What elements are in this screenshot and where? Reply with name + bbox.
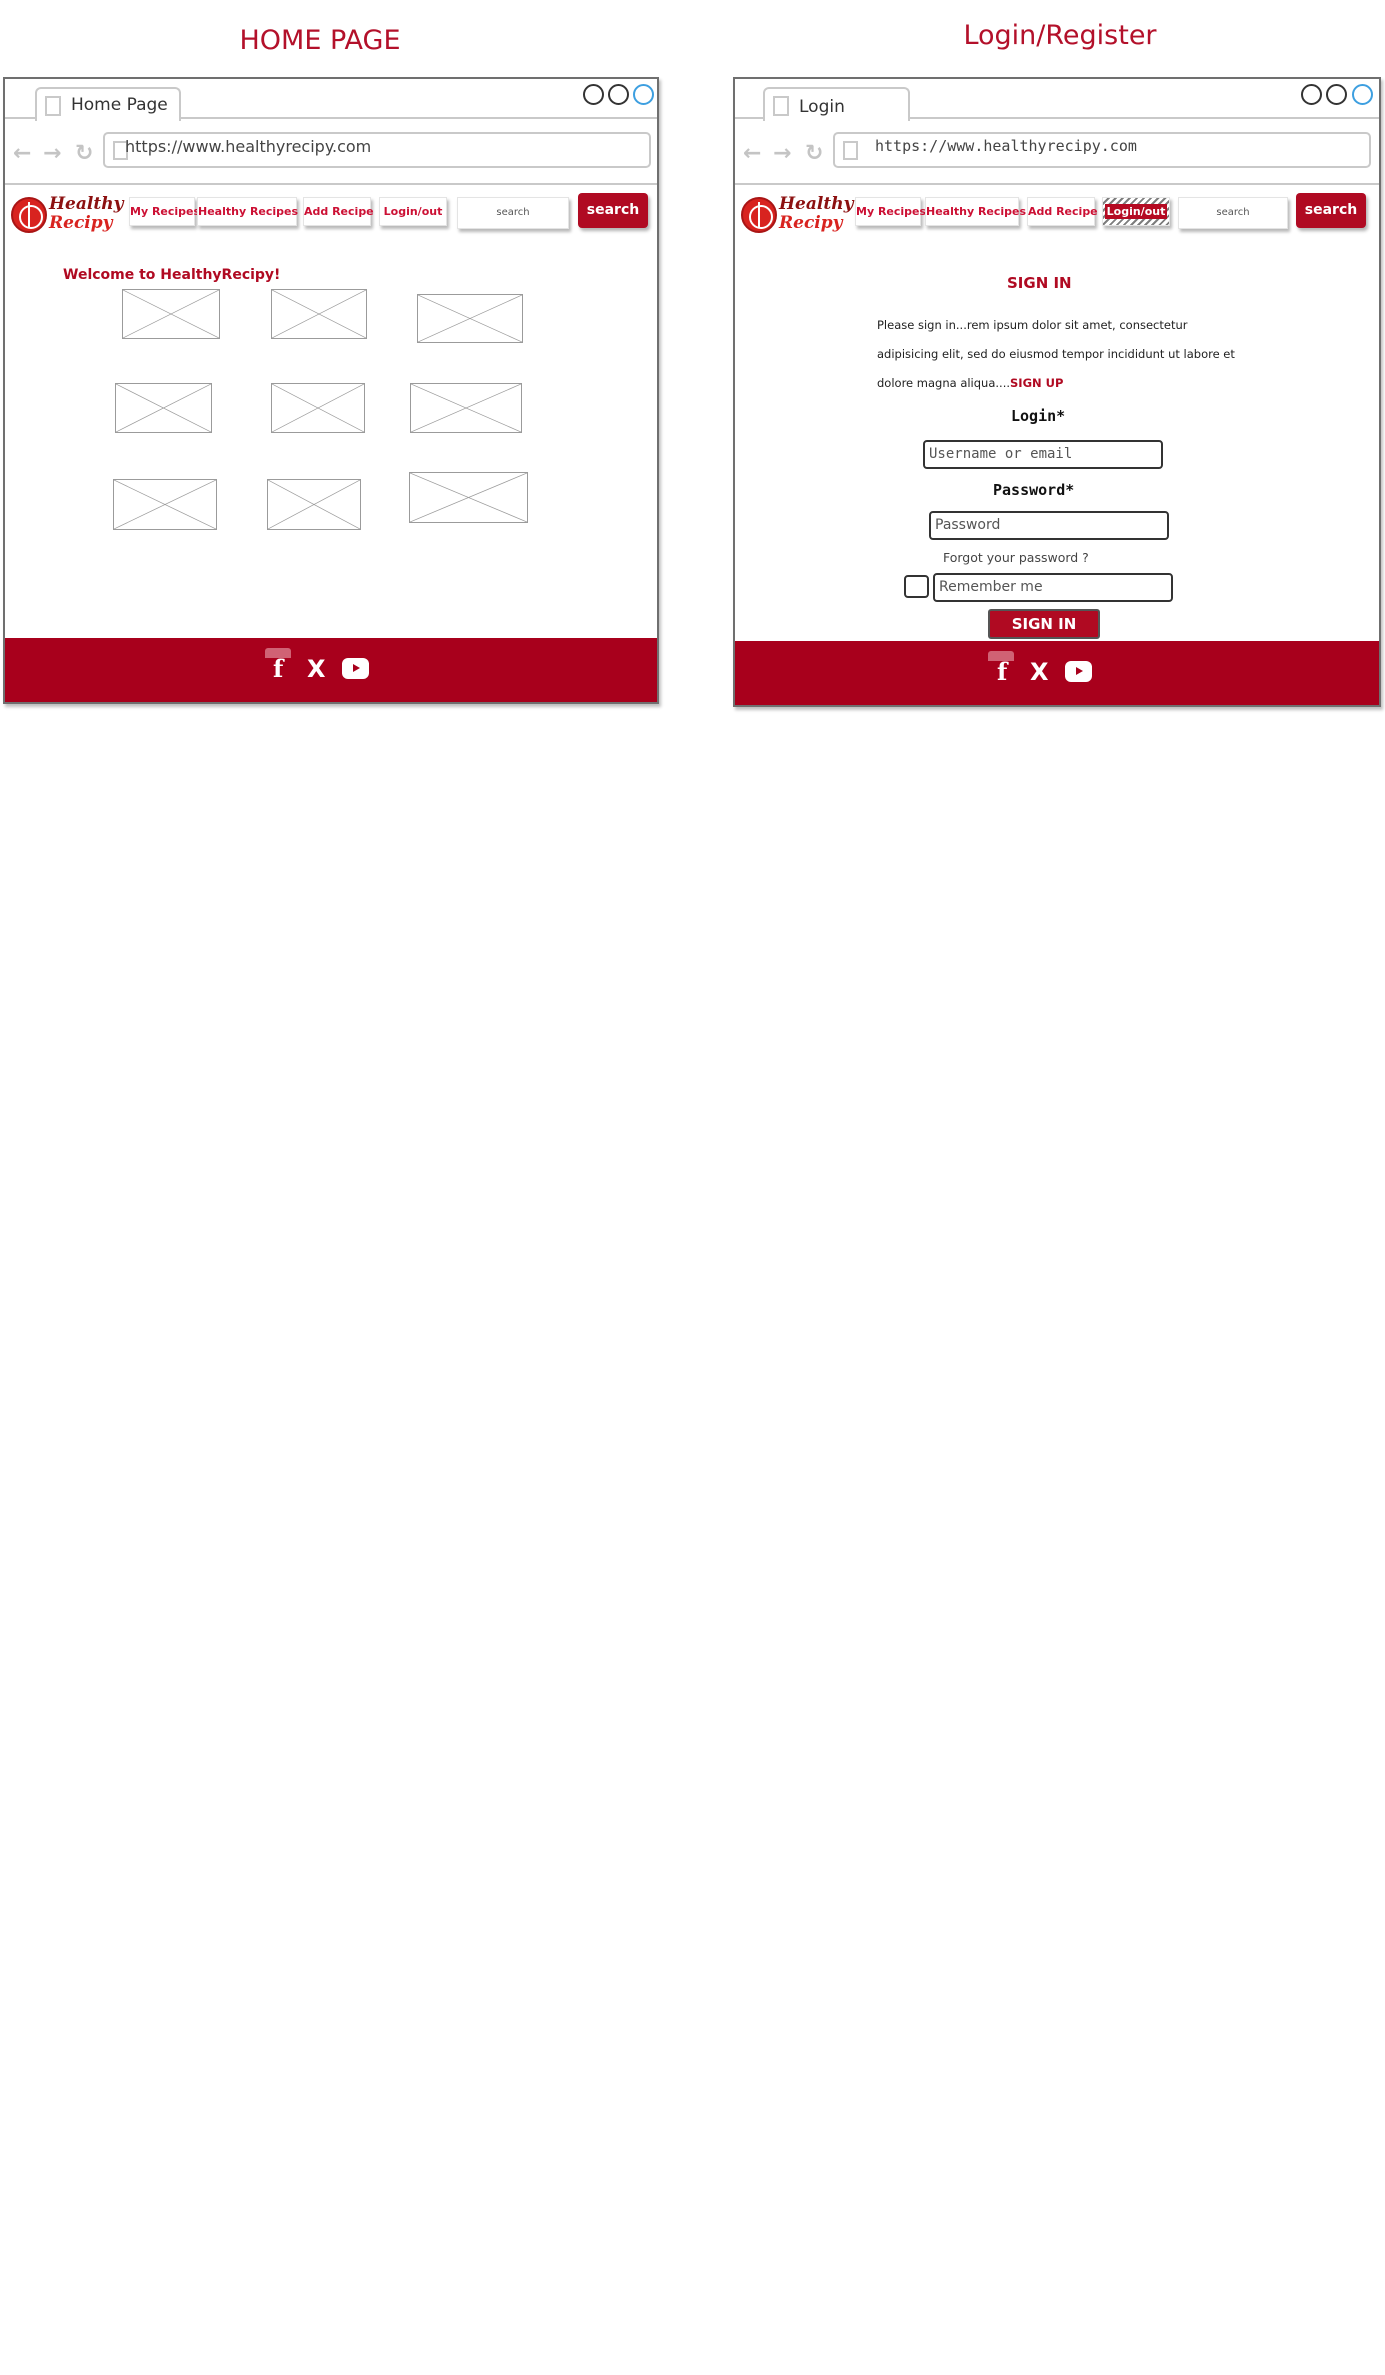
close-button[interactable] [633, 84, 654, 105]
page-icon [843, 141, 858, 160]
search-input[interactable]: search [457, 197, 569, 229]
intro-line-1: Please sign in...rem ipsum dolor sit ame… [877, 318, 1188, 332]
url-text: https://www.healthyrecipy.com [875, 137, 1137, 155]
youtube-icon[interactable] [1065, 661, 1092, 682]
site-footer: f X [735, 641, 1379, 705]
image-placeholder [271, 383, 365, 433]
x-icon[interactable]: X [307, 656, 326, 682]
remember-me-label: Remember me [933, 573, 1173, 602]
x-icon[interactable]: X [1030, 659, 1049, 685]
orange-slice-icon [741, 197, 777, 233]
nav-my-recipes[interactable]: My Recipes [855, 197, 926, 226]
back-arrow-icon[interactable]: ← [13, 143, 31, 165]
site-footer: f X [5, 638, 657, 702]
logo-line1: Healthy [49, 194, 124, 214]
reload-icon[interactable]: ↻ [805, 143, 823, 165]
tab-bar: Login [735, 79, 1379, 121]
search-button[interactable]: search [1296, 193, 1366, 228]
image-placeholder [122, 289, 220, 339]
page-icon [45, 96, 61, 116]
logo[interactable]: Healthy Recipy [11, 194, 124, 237]
forward-arrow-icon[interactable]: → [43, 143, 61, 165]
forward-arrow-icon[interactable]: → [773, 143, 791, 165]
signin-intro: Please sign in...rem ipsum dolor sit ame… [877, 311, 1337, 398]
nav-healthy-recipes[interactable]: Healthy Recipes [925, 197, 1026, 226]
url-text: https://www.healthyrecipy.com [125, 137, 372, 156]
url-bar[interactable]: https://www.healthyrecipy.com [833, 132, 1371, 168]
address-row: ← → ↻ https://www.healthyrecipy.com [5, 121, 657, 185]
image-placeholder [410, 383, 522, 433]
tab-label: Login [799, 97, 845, 117]
remember-checkbox[interactable] [904, 575, 929, 598]
signin-title: SIGN IN [1007, 274, 1072, 292]
intro-line-3-text: dolore magna aliqua.... [877, 376, 1011, 390]
minimize-button[interactable] [583, 84, 604, 105]
login-label: Login* [1011, 407, 1066, 425]
site-nav: Healthy Recipy My Recipes Healthy Recipe… [735, 187, 1379, 243]
nav-my-recipes[interactable]: My Recipes [129, 197, 200, 226]
nav-login-out-label: Login/out [1104, 204, 1168, 219]
orange-slice-icon [11, 197, 47, 233]
username-field[interactable]: Username or email [923, 440, 1163, 469]
reload-icon[interactable]: ↻ [75, 143, 93, 165]
page-icon [773, 96, 789, 116]
maximize-button[interactable] [1326, 84, 1347, 105]
facebook-icon[interactable]: f [997, 659, 1007, 685]
image-placeholder [113, 479, 217, 530]
tab-home[interactable]: Home Page [35, 87, 181, 121]
tab-login[interactable]: Login [763, 87, 910, 121]
image-placeholder [271, 289, 367, 339]
url-bar[interactable]: https://www.healthyrecipy.com [103, 132, 651, 168]
logo[interactable]: Healthy Recipy [741, 194, 854, 237]
login-browser-window: Login ← → ↻ https://www.healthyrecipy.co… [733, 77, 1381, 707]
logo-line2: Recipy [49, 213, 113, 233]
home-page-heading: HOME PAGE [239, 25, 401, 56]
home-browser-window: Home Page ← → ↻ https://www.healthyrecip… [3, 77, 659, 704]
facebook-icon[interactable]: f [273, 656, 283, 682]
youtube-icon[interactable] [342, 658, 369, 679]
nav-healthy-recipes[interactable]: Healthy Recipes [197, 197, 298, 226]
signin-button[interactable]: SIGN IN [988, 609, 1100, 639]
nav-add-recipe[interactable]: Add Recipe [303, 197, 374, 226]
minimize-button[interactable] [1301, 84, 1322, 105]
maximize-button[interactable] [608, 84, 629, 105]
login-page-heading: Login/Register [963, 20, 1157, 51]
tab-label: Home Page [71, 95, 168, 115]
intro-line-3: dolore magna aliqua....SIGN UP [877, 369, 1337, 398]
search-button[interactable]: search [578, 193, 648, 228]
image-placeholder [417, 294, 523, 343]
close-button[interactable] [1352, 84, 1373, 105]
address-row: ← → ↻ https://www.healthyrecipy.com [735, 121, 1379, 185]
password-label: Password* [993, 481, 1075, 499]
welcome-text: Welcome to HealthyRecipy! [63, 267, 281, 283]
password-field[interactable]: Password [929, 511, 1169, 540]
nav-login-out[interactable]: Login/out [379, 197, 447, 226]
back-arrow-icon[interactable]: ← [743, 143, 761, 165]
logo-line2: Recipy [779, 213, 843, 233]
image-placeholder [409, 472, 528, 523]
nav-add-recipe[interactable]: Add Recipe [1027, 197, 1098, 226]
signup-link[interactable]: SIGN UP [1010, 376, 1063, 390]
logo-line1: Healthy [779, 194, 854, 214]
search-input[interactable]: search [1178, 197, 1288, 229]
forgot-password-link[interactable]: Forgot your password ? [943, 550, 1089, 565]
image-placeholder [267, 479, 361, 530]
image-placeholder [115, 383, 212, 433]
site-nav: Healthy Recipy My Recipes Healthy Recipe… [5, 187, 657, 243]
intro-line-2: adipisicing elit, sed do eiusmod tempor … [877, 347, 1235, 361]
tab-bar: Home Page [5, 79, 657, 121]
nav-login-out-active[interactable]: Login/out [1102, 197, 1170, 226]
